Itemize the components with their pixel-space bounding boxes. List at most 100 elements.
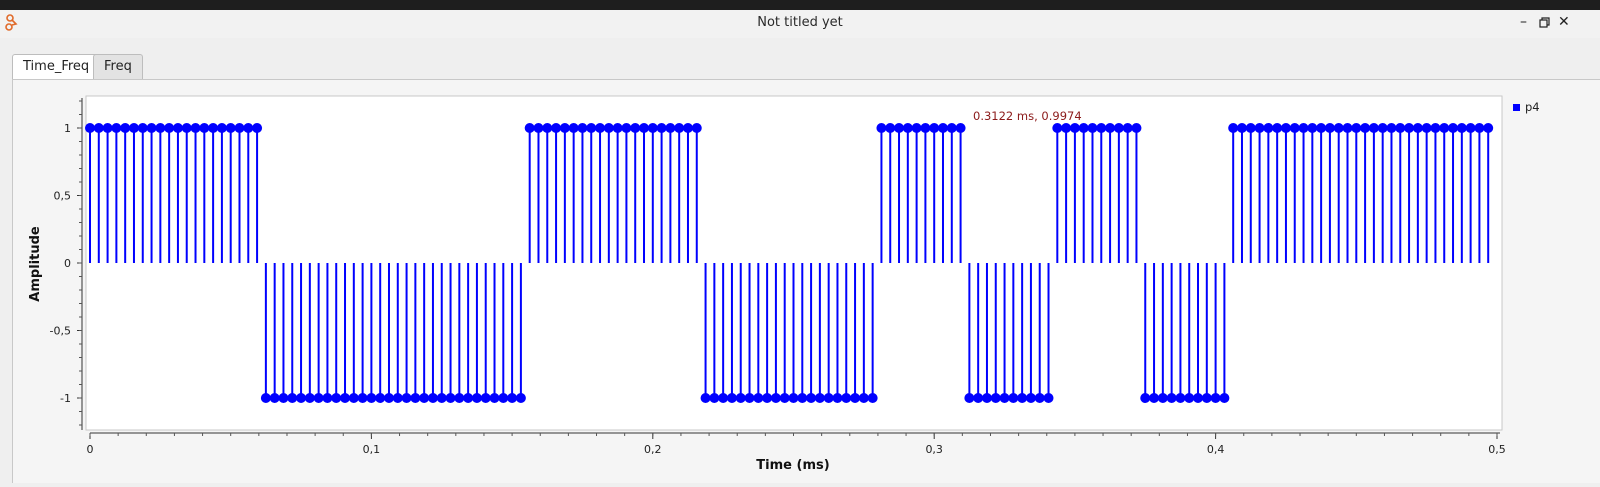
p4-sample-point (1377, 123, 1388, 133)
p4-sample-point (1263, 123, 1274, 133)
p4-sample-point (208, 123, 219, 133)
p4-sample-point (375, 393, 386, 403)
window-title: Not titled yet (757, 15, 843, 30)
p4-sample-point (1298, 123, 1309, 133)
p4-sample-point (225, 123, 236, 133)
p4-sample-point (216, 123, 227, 133)
p4-sample-point (1096, 123, 1107, 133)
p4-sample-point (383, 393, 394, 403)
p4-sample-point (1439, 123, 1450, 133)
p4-sample-point (902, 123, 913, 133)
p4-sample-point (1210, 393, 1221, 403)
p4-sample-point (1324, 123, 1335, 133)
p4-sample-point (806, 393, 817, 403)
p4-sample-point (595, 123, 606, 133)
p4-sample-point (973, 393, 984, 403)
p4-sample-point (1272, 123, 1283, 133)
time-domain-plot[interactable]: 1 0,5 0 -0,5 -1 0 0,1 0,2 0,3 0,4 0,5 Amplitude T… (13, 80, 1600, 483)
p4-sample-point (929, 123, 940, 133)
p4-sample-point (93, 123, 104, 133)
p4-sample-point (533, 123, 544, 133)
p4-sample-point (981, 393, 992, 403)
p4-sample-point (1342, 123, 1353, 133)
p4-sample-point (190, 123, 201, 133)
p4-sample-point (1474, 123, 1485, 133)
p4-sample-point (1254, 123, 1265, 133)
p4-sample-point (340, 393, 351, 403)
p4-sample-point (128, 123, 139, 133)
p4-sample-point (85, 123, 95, 133)
p4-sample-point (296, 393, 307, 403)
tab-time-freq[interactable]: Time_Freq (12, 54, 101, 80)
p4-sample-point (454, 393, 465, 403)
y-tick-label: 0,5 (54, 190, 72, 203)
p4-sample-point (1025, 393, 1036, 403)
p4-sample-point (331, 393, 342, 403)
x-tick-label: 0,2 (644, 443, 662, 456)
p4-sample-point (524, 123, 535, 133)
p4-sample-point (841, 393, 852, 403)
p4-sample-point (1157, 393, 1168, 403)
x-axis-ticks: 0 0,1 0,2 0,3 0,4 0,5 (87, 433, 1506, 456)
p4-sample-point (1069, 123, 1080, 133)
p4-sample-point (1113, 123, 1124, 133)
p4-sample-point (269, 393, 280, 403)
y-tick-label: 1 (64, 122, 71, 135)
p4-sample-point (674, 123, 685, 133)
p4-sample-point (1166, 393, 1177, 403)
p4-sample-point (1412, 123, 1423, 133)
p4-sample-point (1289, 123, 1300, 133)
p4-sample-point (111, 123, 122, 133)
p4-sample-point (726, 393, 737, 403)
p4-sample-point (1333, 123, 1344, 133)
p4-sample-point (243, 123, 254, 133)
p4-sample-point (1078, 123, 1089, 133)
p4-sample-point (858, 393, 869, 403)
p4-sample-point (1149, 393, 1160, 403)
p4-sample-point (955, 123, 966, 133)
x-tick-label: 0,4 (1207, 443, 1225, 456)
p4-sample-point (1193, 393, 1204, 403)
p4-sample-point (1034, 393, 1045, 403)
p4-sample-point (682, 123, 693, 133)
restore-icon[interactable] (1539, 14, 1550, 32)
p4-sample-point (551, 123, 562, 133)
tab-freq[interactable]: Freq (93, 54, 143, 79)
p4-sample-point (278, 393, 289, 403)
p4-sample-point (313, 393, 324, 403)
p4-sample-point (1404, 123, 1415, 133)
p4-sample-point (850, 393, 861, 403)
p4-sample-point (199, 123, 210, 133)
y-axis-label: Amplitude (28, 226, 43, 302)
close-icon[interactable]: ✕ (1558, 14, 1570, 30)
p4-sample-point (823, 393, 834, 403)
p4-sample-point (392, 393, 403, 403)
p4-sample-point (665, 123, 676, 133)
legend[interactable]: p4 (1513, 100, 1540, 114)
p4-sample-point (507, 393, 518, 403)
p4-sample-point (1228, 123, 1239, 133)
p4-sample-point (612, 123, 623, 133)
p4-sample-point (1201, 393, 1212, 403)
p4-sample-point (1421, 123, 1432, 133)
p4-sample-point (577, 123, 588, 133)
p4-sample-point (603, 123, 614, 133)
p4-sample-point (1017, 393, 1028, 403)
p4-sample-point (1430, 123, 1441, 133)
x-tick-label: 0,5 (1488, 443, 1506, 456)
minimize-icon[interactable]: – (1520, 14, 1527, 30)
p4-sample-point (1131, 123, 1142, 133)
p4-sample-point (1456, 123, 1467, 133)
legend-swatch-p4 (1513, 104, 1520, 111)
p4-sample-point (911, 123, 922, 133)
p4-sample-point (304, 393, 315, 403)
p4-sample-point (542, 123, 553, 133)
p4-sample-point (1360, 123, 1371, 133)
p4-sample-point (709, 393, 720, 403)
p4-sample-point (1307, 123, 1318, 133)
tab-panel: 1 0,5 0 -0,5 -1 0 0,1 0,2 0,3 0,4 0,5 Amplitude T… (12, 79, 1600, 483)
p4-sample-point (1219, 393, 1230, 403)
p4-sample-point (322, 393, 333, 403)
p4-sample-point (894, 123, 905, 133)
p4-sample-point (788, 393, 799, 403)
